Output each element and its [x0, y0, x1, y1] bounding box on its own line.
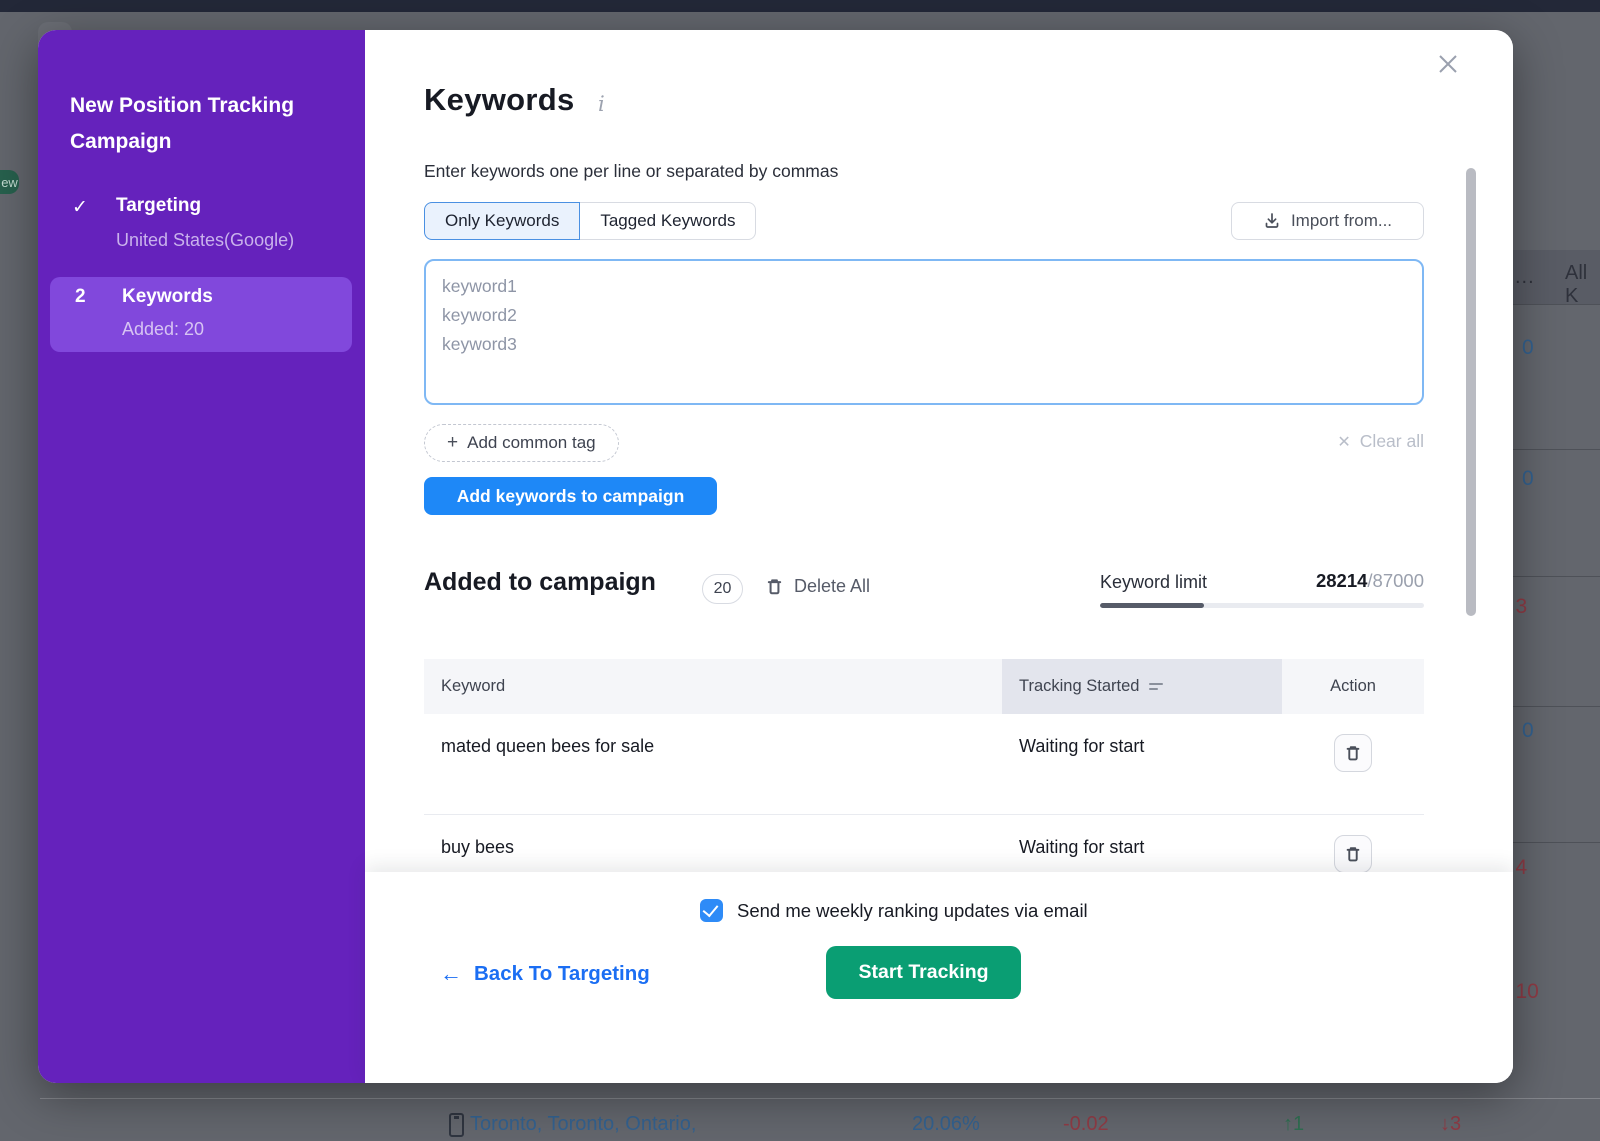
background-cell-value: 0	[1522, 467, 1534, 491]
add-common-tag-label: Add common tag	[467, 433, 596, 453]
keyword-limit-total: /87000	[1367, 570, 1424, 591]
import-from-button[interactable]: Import from...	[1231, 202, 1424, 240]
delete-keyword-button[interactable]	[1334, 835, 1372, 873]
step-targeting[interactable]: ✓ Targeting United States(Google)	[72, 195, 352, 251]
delete-all-button[interactable]: Delete All	[765, 576, 870, 597]
add-keywords-to-campaign-button[interactable]: Add keywords to campaign	[424, 477, 717, 515]
check-icon: ✓	[72, 196, 88, 219]
background-visibility-cell: 20.06%	[912, 1113, 980, 1136]
close-icon[interactable]	[1431, 48, 1465, 82]
wizard-title: New Position Tracking Campaign	[70, 88, 340, 160]
email-updates-checkbox[interactable]	[700, 899, 723, 922]
keywords-panel: Keywords i Enter keywords one per line o…	[365, 30, 1513, 1083]
tracking-status-cell: Waiting for start	[1002, 714, 1282, 814]
keyword-limit-value: 28214/87000	[1316, 570, 1424, 592]
new-badge: ew	[0, 170, 19, 194]
keywords-hint: Enter keywords one per line or separated…	[424, 161, 838, 182]
divider	[1513, 706, 1600, 707]
arrow-left-icon: ←	[440, 961, 462, 987]
added-count-badge: 20	[702, 574, 743, 604]
divider	[1513, 842, 1600, 843]
divider	[1513, 576, 1600, 577]
step-keywords-added-count: Added: 20	[122, 319, 204, 340]
download-icon	[1263, 212, 1281, 230]
delete-all-label: Delete All	[794, 576, 870, 597]
trash-icon	[1344, 744, 1362, 762]
step-keywords-label: Keywords	[122, 286, 213, 308]
divider	[40, 1098, 1600, 1099]
tracking-started-label: Tracking Started	[1019, 677, 1139, 696]
keywords-mode-tabs: Only Keywords Tagged Keywords	[424, 202, 756, 240]
page-title: Keywords	[424, 82, 575, 118]
email-updates-label: Send me weekly ranking updates via email	[737, 900, 1088, 922]
background-cell-value: ↓3	[1513, 595, 1527, 619]
background-cell-value: 0	[1522, 336, 1534, 360]
plus-icon: +	[447, 432, 458, 454]
column-header-keyword[interactable]: Keyword	[424, 659, 1002, 714]
clear-icon: ✕	[1337, 432, 1350, 452]
background-improved-cell: ↑1	[1283, 1113, 1304, 1136]
back-to-targeting-label: Back To Targeting	[474, 962, 650, 986]
import-from-label: Import from...	[1291, 211, 1392, 231]
keywords-input[interactable]	[424, 259, 1424, 405]
keyword-cell: mated queen bees for sale	[424, 714, 1002, 814]
background-location-cell: Toronto, Toronto, Ontario,	[470, 1113, 696, 1136]
keyword-limit-progress	[1100, 603, 1424, 608]
step-number: 2	[75, 286, 86, 308]
info-icon[interactable]: i	[598, 92, 605, 116]
table-row: mated queen bees for sale Waiting for st…	[424, 714, 1424, 815]
step-targeting-label: Targeting	[116, 195, 352, 217]
added-to-campaign-title: Added to campaign	[424, 568, 656, 597]
step-keywords[interactable]: 2 Keywords Added: 20	[50, 277, 352, 352]
step-targeting-value: United States(Google)	[116, 230, 352, 251]
background-declined-cell: ↓3	[1440, 1113, 1461, 1136]
start-tracking-button[interactable]: Start Tracking	[826, 946, 1021, 999]
delete-keyword-button[interactable]	[1334, 734, 1372, 772]
app-top-bar	[0, 0, 1600, 12]
divider	[1513, 449, 1600, 450]
wizard-sidebar: New Position Tracking Campaign ✓ Targeti…	[38, 30, 365, 1083]
new-campaign-modal: New Position Tracking Campaign ✓ Targeti…	[38, 30, 1513, 1083]
background-cell-value: 0	[1522, 719, 1534, 743]
sort-icon	[1149, 683, 1163, 690]
background-header-all-keywords: All K	[1565, 262, 1600, 308]
background-table-row: Toronto, Toronto, Ontario, 20.06% -0.02 …	[0, 1083, 1600, 1141]
back-to-targeting-link[interactable]: ← Back To Targeting	[440, 961, 650, 987]
divider	[1513, 304, 1600, 305]
background-cell-value: ↓4	[1513, 856, 1527, 880]
action-cell	[1282, 714, 1424, 814]
clear-all-label: Clear all	[1360, 431, 1424, 452]
background-table-header: ... All K	[1513, 250, 1600, 304]
tab-tagged-keywords[interactable]: Tagged Keywords	[580, 202, 756, 240]
background-delta-cell: -0.02	[1063, 1113, 1109, 1136]
email-updates-option: Send me weekly ranking updates via email	[700, 899, 1088, 922]
background-table-right-column: ... All K 0 0 ↓3 0 ↓4 ↓10	[1513, 12, 1600, 1141]
column-header-action: Action	[1282, 659, 1424, 714]
keyword-limit-label: Keyword limit	[1100, 572, 1207, 593]
tab-only-keywords[interactable]: Only Keywords	[424, 202, 580, 240]
background-header-ellipsis: ...	[1515, 266, 1535, 289]
column-header-tracking-started[interactable]: Tracking Started	[1002, 659, 1282, 714]
mobile-device-icon	[449, 1113, 464, 1137]
table-header: Keyword Tracking Started Action	[424, 659, 1424, 714]
modal-scrollbar[interactable]	[1466, 168, 1476, 616]
trash-icon	[765, 577, 784, 596]
background-cell-value: ↓10	[1513, 980, 1539, 1004]
modal-footer: Send me weekly ranking updates via email…	[365, 872, 1513, 1083]
add-common-tag-button[interactable]: + Add common tag	[424, 424, 619, 462]
trash-icon	[1344, 845, 1362, 863]
keyword-limit-progress-fill	[1100, 603, 1204, 608]
clear-all-button[interactable]: ✕ Clear all	[1337, 431, 1424, 452]
